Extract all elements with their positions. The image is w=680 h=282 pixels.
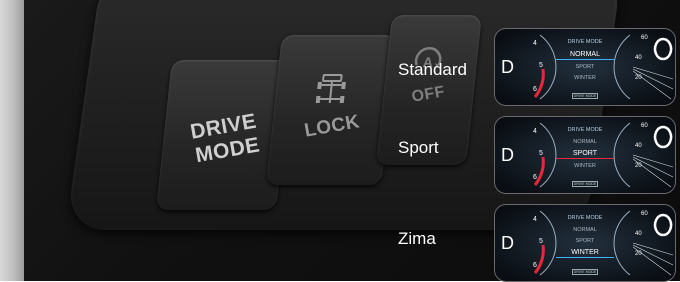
tick-20: 20 (635, 75, 642, 81)
mode-label-standard: Standard (398, 60, 467, 79)
mode-label-zima: Zima (398, 229, 436, 248)
menu-item-normal: NORMAL (556, 50, 614, 60)
gear-indicator: D (501, 233, 514, 253)
tick-60: 60 (641, 35, 648, 41)
tick-60: 60 (641, 123, 648, 129)
menu-item-winter: WINTER (574, 75, 596, 81)
tick-40: 40 (635, 231, 642, 237)
drive-mode-menu: DRIVE MODE NORMAL SPORT WINTER DRIVE MOD… (553, 209, 617, 277)
gear-indicator: D (501, 57, 514, 77)
tick-5: 5 (539, 238, 543, 245)
drive-mode-menu: DRIVE MODE NORMAL SPORT WINTER DRIVE MOD… (553, 121, 617, 189)
tick-4: 4 (533, 40, 537, 47)
menu-title: DRIVE MODE (567, 215, 603, 221)
menu-title: DRIVE MODE (567, 39, 603, 45)
menu-footer: DRIVE MODE (553, 181, 617, 187)
menu-footer: DRIVE MODE (553, 93, 617, 99)
tick-4: 4 (533, 216, 537, 223)
lock-label: LOCK (302, 111, 362, 142)
tick-4: 4 (533, 128, 537, 135)
awd-lock-icon (315, 74, 346, 103)
cluster-display-sport: D 4 5 6 60 40 20 DRIVE MODE NORMAL SPORT… (494, 116, 676, 194)
gear-indicator: D (501, 145, 514, 165)
tick-6: 6 (533, 262, 537, 269)
drive-mode-label: DRIVE MODE (182, 108, 269, 169)
menu-title: DRIVE MODE (567, 127, 603, 133)
menu-item-winter: WINTER (556, 248, 614, 258)
footer-box: DRIVE MODE (571, 181, 599, 187)
tick-5: 5 (539, 62, 543, 69)
tick-20: 20 (635, 163, 642, 169)
tick-40: 40 (635, 55, 642, 61)
menu-item-sport: SPORT (575, 64, 595, 70)
tick-6: 6 (533, 86, 537, 93)
menu-item-normal: NORMAL (573, 139, 597, 145)
menu-item-sport: SPORT (575, 238, 595, 244)
tick-20: 20 (635, 251, 642, 257)
cluster-display-standard: D 4 5 6 60 40 20 DRIVE MODE NORMAL SPORT… (494, 28, 676, 106)
off-label: OFF (410, 83, 447, 106)
background-interior-photo (0, 0, 24, 281)
menu-item-winter: WINTER (574, 163, 596, 169)
mode-label-sport: Sport (398, 138, 439, 157)
lock-button: LOCK (266, 35, 397, 185)
tick-5: 5 (539, 150, 543, 157)
tick-6: 6 (533, 174, 537, 181)
footer-box: DRIVE MODE (571, 93, 599, 99)
menu-item-sport: SPORT (556, 149, 614, 159)
tick-60: 60 (641, 211, 648, 217)
drive-mode-menu: DRIVE MODE NORMAL SPORT WINTER DRIVE MOD… (553, 33, 617, 101)
footer-box: DRIVE MODE (571, 269, 599, 275)
menu-footer: DRIVE MODE (553, 269, 617, 275)
tick-40: 40 (635, 143, 642, 149)
menu-item-normal: NORMAL (573, 227, 597, 233)
cluster-display-zima: D 4 5 6 60 40 20 DRIVE MODE NORMAL SPORT… (494, 204, 676, 282)
